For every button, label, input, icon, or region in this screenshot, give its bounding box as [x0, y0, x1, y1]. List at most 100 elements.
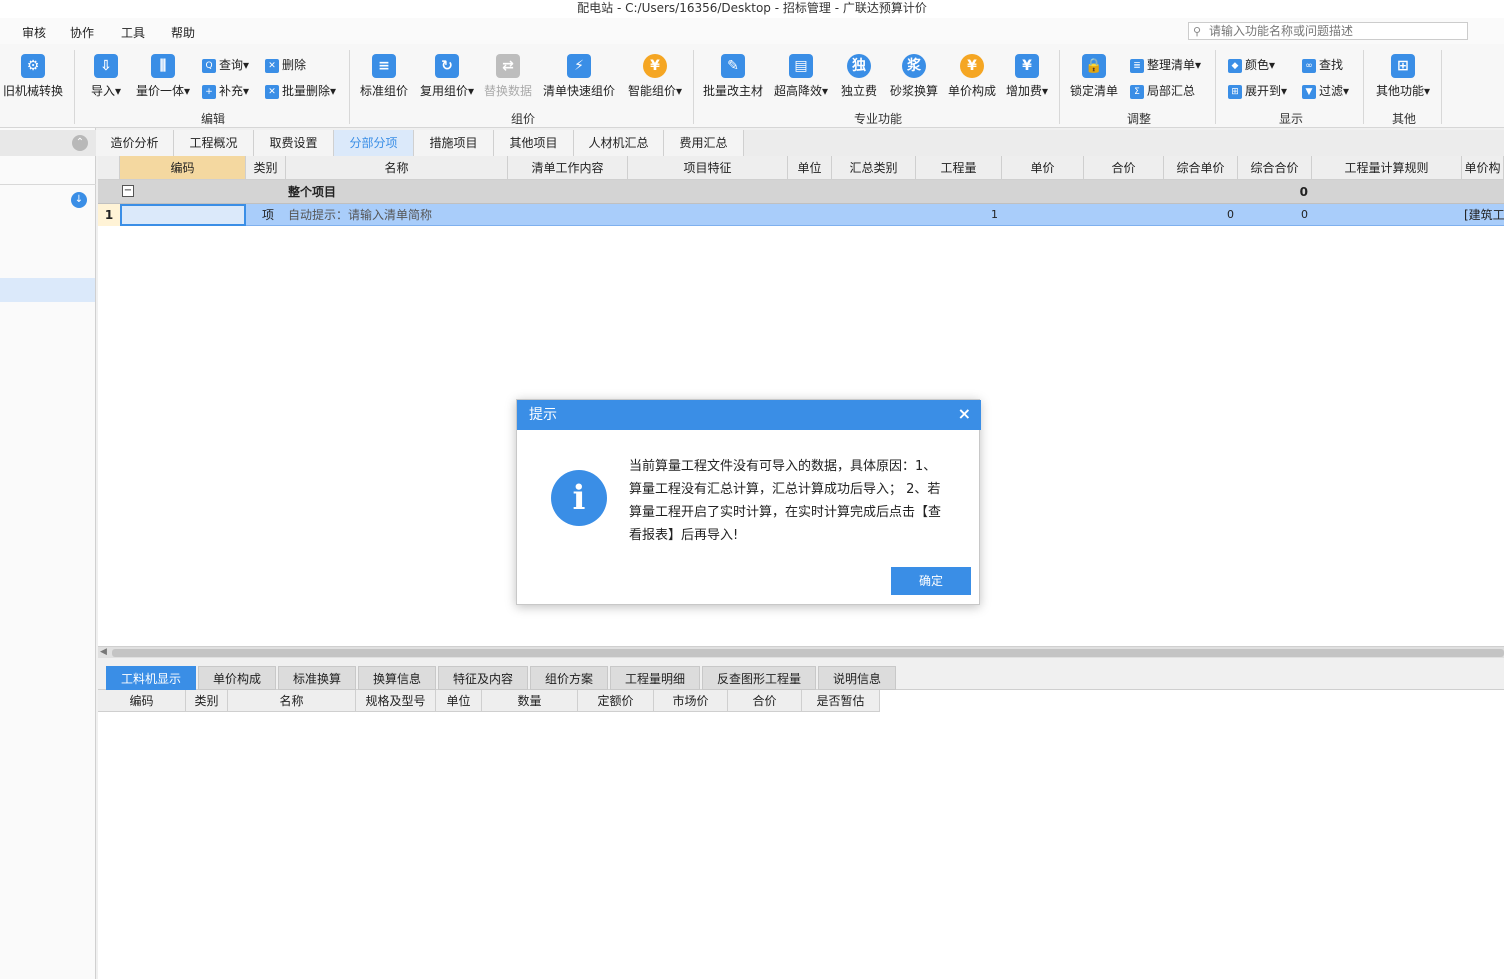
tab-sub-items[interactable]: 分部分项 — [334, 130, 414, 156]
tab-labor-material-display[interactable]: 工料机显示 — [106, 666, 196, 690]
close-icon[interactable]: × — [958, 404, 971, 423]
col-unit-price-comp[interactable]: 单价构 — [1462, 156, 1504, 180]
col-work-content[interactable]: 清单工作内容 — [508, 156, 628, 180]
other-functions-button[interactable]: ⊞ 其他功能▾ — [1372, 54, 1434, 99]
delete-button[interactable]: ✕ 删除 — [265, 56, 306, 74]
local-summary-button[interactable]: Σ 局部汇总 — [1130, 82, 1195, 100]
sub-col-name[interactable]: 名称 — [228, 690, 356, 712]
replace-data-button[interactable]: ⇄ 替换数据 — [482, 54, 534, 99]
col-calc-rule[interactable]: 工程量计算规则 — [1312, 156, 1462, 180]
dialog-title-bar: 提示 — [517, 400, 981, 430]
search-placeholder: 请输入功能名称或问题描述 — [1209, 24, 1354, 38]
quick-price-button[interactable]: ⚡ 清单快速组价 — [542, 54, 616, 99]
mortar-convert-button[interactable]: 浆 砂浆换算 — [888, 54, 940, 99]
qty-price-button[interactable]: ⫼ 量价一体▾ — [134, 54, 192, 99]
col-quantity[interactable]: 工程量 — [916, 156, 1002, 180]
query-button[interactable]: Q 查询▾ — [202, 56, 249, 74]
collapse-toggle-icon[interactable]: − — [122, 185, 134, 197]
group-title-price: 组价 — [511, 112, 536, 126]
table-row-group[interactable]: − 整个项目 0 — [98, 180, 1504, 204]
collapse-icon[interactable]: ⌃ — [72, 135, 88, 151]
search-input[interactable]: ⚲ 请输入功能名称或问题描述 — [1188, 22, 1468, 40]
group-title-special: 专业功能 — [854, 112, 903, 126]
col-summary-type[interactable]: 汇总类别 — [832, 156, 916, 180]
col-composite-total[interactable]: 综合合价 — [1238, 156, 1312, 180]
qty-cell[interactable]: 1 — [978, 204, 998, 226]
independent-fee-button[interactable]: 独 独立费 — [838, 54, 880, 99]
sub-col-market-price[interactable]: 市场价 — [654, 690, 728, 712]
old-machine-convert-button[interactable]: ⚙ 旧机械转换 — [0, 54, 66, 99]
menu-collaborate[interactable]: 协作 — [70, 24, 94, 41]
find-button[interactable]: ∞ 查找 — [1302, 56, 1343, 74]
menu-review[interactable]: 审核 — [22, 24, 46, 41]
col-name[interactable]: 名称 — [286, 156, 508, 180]
sub-col-provisional[interactable]: 是否暂估 — [802, 690, 880, 712]
tab-fee-summary[interactable]: 费用汇总 — [664, 130, 744, 156]
batch-main-material-button[interactable]: ✎ 批量改主材 — [702, 54, 764, 99]
unit-price-comp-cell: [建筑工 — [1464, 208, 1504, 222]
supplement-button[interactable]: + 补充▾ — [202, 82, 249, 100]
add-fee-button[interactable]: ¥ 增加费▾ — [1004, 54, 1050, 99]
col-unit-price[interactable]: 单价 — [1002, 156, 1084, 180]
batch-delete-button[interactable]: ✕ 批量删除▾ — [265, 82, 336, 100]
expand-icon: ⊞ — [1228, 84, 1242, 99]
col-code[interactable]: 编码 — [120, 156, 246, 180]
tab-cost-analysis[interactable]: 造价分析 — [96, 130, 174, 156]
edit-material-icon: ✎ — [721, 54, 745, 78]
col-total-price[interactable]: 合价 — [1084, 156, 1164, 180]
window-titlebar: 配电站 - C:/Users/16356/Desktop - 招标管理 - 广联… — [0, 0, 1504, 18]
reuse-price-button[interactable]: ↻ 复用组价▾ — [418, 54, 476, 99]
tab-fee-settings[interactable]: 取费设置 — [254, 130, 334, 156]
sub-col-unit[interactable]: 单位 — [436, 690, 482, 712]
tab-reverse-graphic-qty[interactable]: 反查图形工程量 — [702, 666, 816, 690]
import-button[interactable]: ⇩ 导入▾ — [86, 54, 126, 99]
ok-button[interactable]: 确定 — [891, 567, 971, 595]
height-reduce-button[interactable]: ▤ 超高降效▾ — [772, 54, 830, 99]
smart-price-button[interactable]: ¥ 智能组价▾ — [626, 54, 684, 99]
binoculars-icon: ∞ — [1302, 58, 1316, 73]
quick-price-icon: ⚡ — [567, 54, 591, 78]
add-fee-icon: ¥ — [1015, 54, 1039, 78]
tab-unit-price-composition[interactable]: 单价构成 — [198, 666, 276, 690]
sub-col-quota-price[interactable]: 定额价 — [578, 690, 654, 712]
horizontal-scrollbar[interactable]: ◀ — [98, 646, 1504, 658]
scrollbar-thumb[interactable] — [112, 649, 1504, 657]
tab-project-overview[interactable]: 工程概况 — [174, 130, 254, 156]
sub-col-quantity[interactable]: 数量 — [482, 690, 578, 712]
sub-col-type[interactable]: 类别 — [186, 690, 228, 712]
sub-col-code[interactable]: 编码 — [98, 690, 186, 712]
tab-price-scheme[interactable]: 组价方案 — [530, 666, 608, 690]
sub-col-spec[interactable]: 规格及型号 — [356, 690, 436, 712]
tab-other-items[interactable]: 其他项目 — [494, 130, 574, 156]
download-icon[interactable]: ↓ — [71, 192, 87, 208]
group-total: 0 — [1299, 185, 1308, 199]
code-cell[interactable] — [120, 204, 246, 226]
tree-selected-item[interactable] — [0, 278, 95, 302]
standard-price-button[interactable]: ≡ 标准组价 — [358, 54, 410, 99]
unit-price-composition-button[interactable]: ¥ 单价构成 — [946, 54, 998, 99]
type-cell: 项 — [261, 208, 274, 222]
scroll-left-icon[interactable]: ◀ — [100, 647, 107, 657]
import-icon: ⇩ — [94, 54, 118, 78]
tab-conversion-info[interactable]: 换算信息 — [358, 666, 436, 690]
tab-features-content[interactable]: 特征及内容 — [438, 666, 528, 690]
tab-description-info[interactable]: 说明信息 — [818, 666, 896, 690]
tab-measures[interactable]: 措施项目 — [414, 130, 494, 156]
expand-to-button[interactable]: ⊞ 展开到▾ — [1228, 82, 1287, 100]
organize-list-button[interactable]: ≣ 整理清单▾ — [1130, 56, 1201, 74]
tab-quantity-detail[interactable]: 工程量明细 — [610, 666, 700, 690]
filter-button[interactable]: ▼ 过滤▾ — [1302, 82, 1349, 100]
tab-labor-material-summary[interactable]: 人材机汇总 — [574, 130, 664, 156]
lock-list-button[interactable]: 🔒 锁定清单 — [1068, 54, 1120, 99]
sub-col-total[interactable]: 合价 — [728, 690, 802, 712]
menu-help[interactable]: 帮助 — [171, 24, 195, 41]
col-composite-unit-price[interactable]: 综合单价 — [1164, 156, 1238, 180]
color-button[interactable]: ◆ 颜色▾ — [1228, 56, 1275, 74]
col-features[interactable]: 项目特征 — [628, 156, 788, 180]
col-unit[interactable]: 单位 — [788, 156, 832, 180]
table-row[interactable]: 1 项 自动提示：请输入清单简称 1 0 0 [建筑工 — [98, 204, 1504, 226]
menu-tools[interactable]: 工具 — [121, 24, 145, 41]
tab-standard-conversion[interactable]: 标准换算 — [278, 666, 356, 690]
name-cell[interactable]: 自动提示：请输入清单简称 — [288, 204, 432, 226]
col-type[interactable]: 类别 — [246, 156, 286, 180]
